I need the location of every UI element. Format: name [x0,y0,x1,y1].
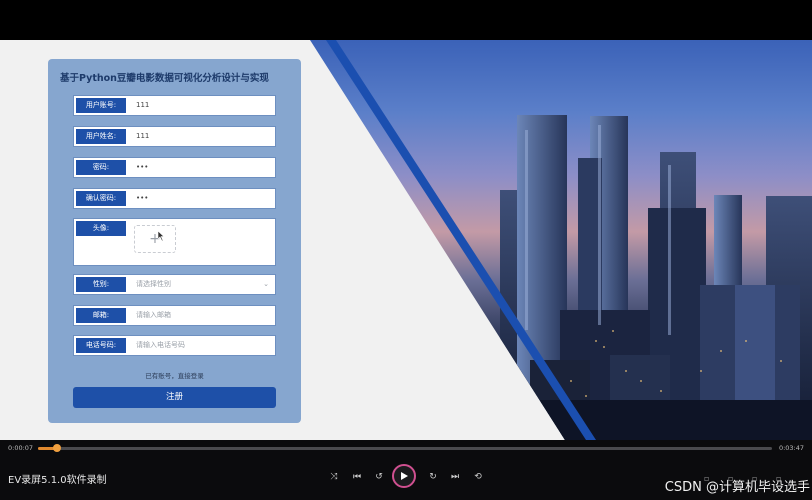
username-field[interactable]: 用户姓名: 111 [73,126,276,147]
previous-icon[interactable]: ⏮ [350,470,364,484]
csdn-watermark: CSDN @计算机毕设选手 [664,480,810,495]
input-placeholder[interactable]: 请输入电话号码 [136,336,185,355]
rewind-icon[interactable]: ↺ [372,470,386,484]
form-title: 基于Python豆瓣电影数据可视化分析设计与实现 [60,73,269,84]
registration-form: 基于Python豆瓣电影数据可视化分析设计与实现 用户账号: 111 用户姓名:… [48,59,301,423]
field-value[interactable]: 111 [136,127,149,146]
field-label: 头像: [76,221,126,236]
top-black-bar [0,0,812,40]
field-label: 邮箱: [76,308,126,323]
total-time: 0:03:47 [778,444,804,452]
field-label: 电话号码: [76,338,126,353]
field-value[interactable]: ••• [136,189,148,208]
avatar-field[interactable]: 头像: + [73,218,276,266]
input-placeholder[interactable]: 请输入邮箱 [136,306,171,325]
account-field[interactable]: 用户账号: 111 [73,95,276,116]
next-icon[interactable]: ⏭ [448,470,462,484]
chevron-down-icon: ⌄ [263,280,269,288]
avatar-upload-button[interactable]: + [134,225,176,253]
field-value[interactable]: ••• [136,158,148,177]
video-player-bar: 0:00:07 0:03:47 EV录屏5.1.0软件录制 ⤨ ⏮ ↺ ↻ ⏭ … [0,440,812,500]
field-value[interactable]: 111 [136,96,149,115]
password-field[interactable]: 密码: ••• [73,157,276,178]
confirm-password-field[interactable]: 确认密码: ••• [73,188,276,209]
forward-icon[interactable]: ↻ [426,470,440,484]
play-button[interactable] [392,464,416,488]
mouse-cursor-icon [158,231,165,241]
gender-select[interactable]: 性别: 请选择性别 ⌄ [73,274,276,295]
login-link[interactable]: 已有账号，直接登录 [48,370,301,380]
recorder-app-name: EV录屏5.1.0软件录制 [8,475,107,486]
video-frame: 基于Python豆瓣电影数据可视化分析设计与实现 用户账号: 111 用户姓名:… [0,40,812,440]
current-time: 0:00:07 [8,444,34,452]
field-label: 密码: [76,160,126,175]
progress-thumb[interactable] [53,444,62,452]
shuffle-icon[interactable]: ⤨ [327,470,341,484]
field-label: 用户姓名: [76,129,126,144]
email-field[interactable]: 邮箱: 请输入邮箱 [73,305,276,326]
phone-field[interactable]: 电话号码: 请输入电话号码 [73,335,276,356]
register-button[interactable]: 注册 [73,387,276,408]
field-label: 用户账号: [76,98,126,113]
field-label: 确认密码: [76,191,126,206]
repeat-off-icon[interactable]: ⟲ [471,470,485,484]
select-placeholder[interactable]: 请选择性别 [136,275,171,294]
progress-track[interactable] [38,444,772,452]
field-label: 性别: [76,277,126,292]
play-icon [401,472,408,480]
